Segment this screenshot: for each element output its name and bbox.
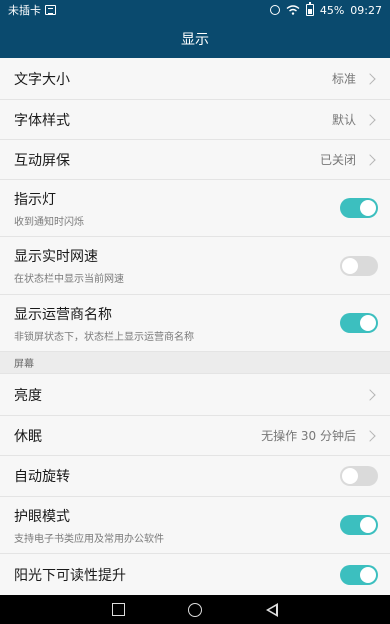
status-bar: 未插卡 45% 09:27 (0, 0, 390, 20)
alarm-icon (269, 5, 280, 15)
eye-comfort-toggle[interactable] (340, 515, 378, 535)
recent-apps-icon[interactable] (111, 603, 125, 616)
sunlight-readability-row[interactable]: 阳光下可读性提升 (0, 554, 390, 595)
font-style-row[interactable]: 字体样式 默认 (0, 100, 390, 140)
sim-card-icon (45, 5, 56, 15)
chevron-right-icon (364, 429, 376, 442)
brightness-row[interactable]: 亮度 (0, 374, 390, 416)
title-bar: 显示 (0, 20, 390, 58)
carrier-name-title: 显示运营商名称 (14, 306, 112, 323)
realtime-speed-title: 显示实时网速 (14, 249, 98, 265)
section-header-screen: 屏幕 (0, 352, 390, 374)
toggle-knob (342, 468, 358, 484)
sunlight-readability-toggle[interactable] (340, 564, 378, 585)
carrier-name-subtitle: 非锁屏状态下，状态栏上显示运营商名称 (14, 331, 194, 343)
screensaver-row[interactable]: 互动屏保 已关闭 (0, 140, 390, 180)
indicator-light-row[interactable]: 指示灯 收到通知时闪烁 (0, 180, 390, 237)
realtime-speed-subtitle: 在状态栏中显示当前网速 (14, 274, 124, 285)
page-title: 显示 (181, 32, 209, 48)
battery-percent: 45% (319, 3, 345, 17)
carrier-name-toggle[interactable] (340, 313, 378, 333)
toggle-knob (342, 257, 358, 274)
eye-comfort-row[interactable]: 护眼模式 支持电子书类应用及常用办公软件 (0, 497, 390, 554)
section-header-label: 屏幕 (14, 359, 34, 370)
sleep-value: 无操作 30 分钟后 (261, 429, 356, 443)
carrier-label: 未插卡 (8, 4, 41, 17)
carrier-name-row[interactable]: 显示运营商名称 非锁屏状态下，状态栏上显示运营商名称 (0, 295, 390, 352)
brightness-title: 亮度 (14, 387, 42, 404)
chevron-right-icon (364, 72, 376, 85)
realtime-speed-toggle[interactable] (340, 255, 378, 276)
navigation-bar (0, 595, 390, 624)
auto-rotate-toggle[interactable] (340, 466, 378, 486)
indicator-light-title: 指示灯 (14, 191, 56, 208)
battery-icon (305, 2, 314, 16)
sleep-row[interactable]: 休眠 无操作 30 分钟后 (0, 416, 390, 456)
home-icon[interactable] (188, 602, 203, 617)
indicator-light-subtitle: 收到通知时闪烁 (14, 216, 84, 228)
clock-time: 09:27 (350, 3, 382, 17)
eye-comfort-subtitle: 支持电子书类应用及常用办公软件 (14, 533, 164, 545)
status-left: 未插卡 (8, 2, 56, 18)
auto-rotate-row[interactable]: 自动旋转 (0, 456, 390, 497)
screensaver-value: 已关闭 (319, 153, 356, 167)
chevron-right-icon (364, 113, 376, 126)
font-size-row[interactable]: 文字大小 标准 (0, 58, 390, 100)
font-style-value: 默认 (331, 113, 356, 127)
back-icon[interactable] (266, 602, 279, 617)
toggle-knob (360, 566, 376, 583)
toggle-knob (360, 517, 376, 533)
indicator-light-toggle[interactable] (340, 198, 378, 218)
font-style-title: 字体样式 (14, 112, 70, 129)
status-right: 45% 09:27 (269, 2, 382, 17)
screensaver-title: 互动屏保 (14, 152, 70, 169)
chevron-right-icon (364, 388, 376, 401)
font-size-value: 标准 (331, 72, 356, 86)
eye-comfort-title: 护眼模式 (14, 508, 70, 525)
sunlight-readability-title: 阳光下可读性提升 (14, 567, 126, 584)
chevron-right-icon (364, 153, 376, 166)
realtime-speed-row[interactable]: 显示实时网速 在状态栏中显示当前网速 (0, 237, 390, 295)
toggle-knob (360, 200, 376, 216)
toggle-knob (360, 315, 376, 331)
wifi-icon (286, 5, 300, 15)
auto-rotate-title: 自动旋转 (14, 469, 70, 485)
sleep-title: 休眠 (14, 428, 42, 445)
settings-list[interactable]: 文字大小 标准 字体样式 默认 互动屏保 已关闭 指示灯 收到通知时闪烁 显示实… (0, 58, 390, 595)
font-size-title: 文字大小 (14, 71, 70, 88)
